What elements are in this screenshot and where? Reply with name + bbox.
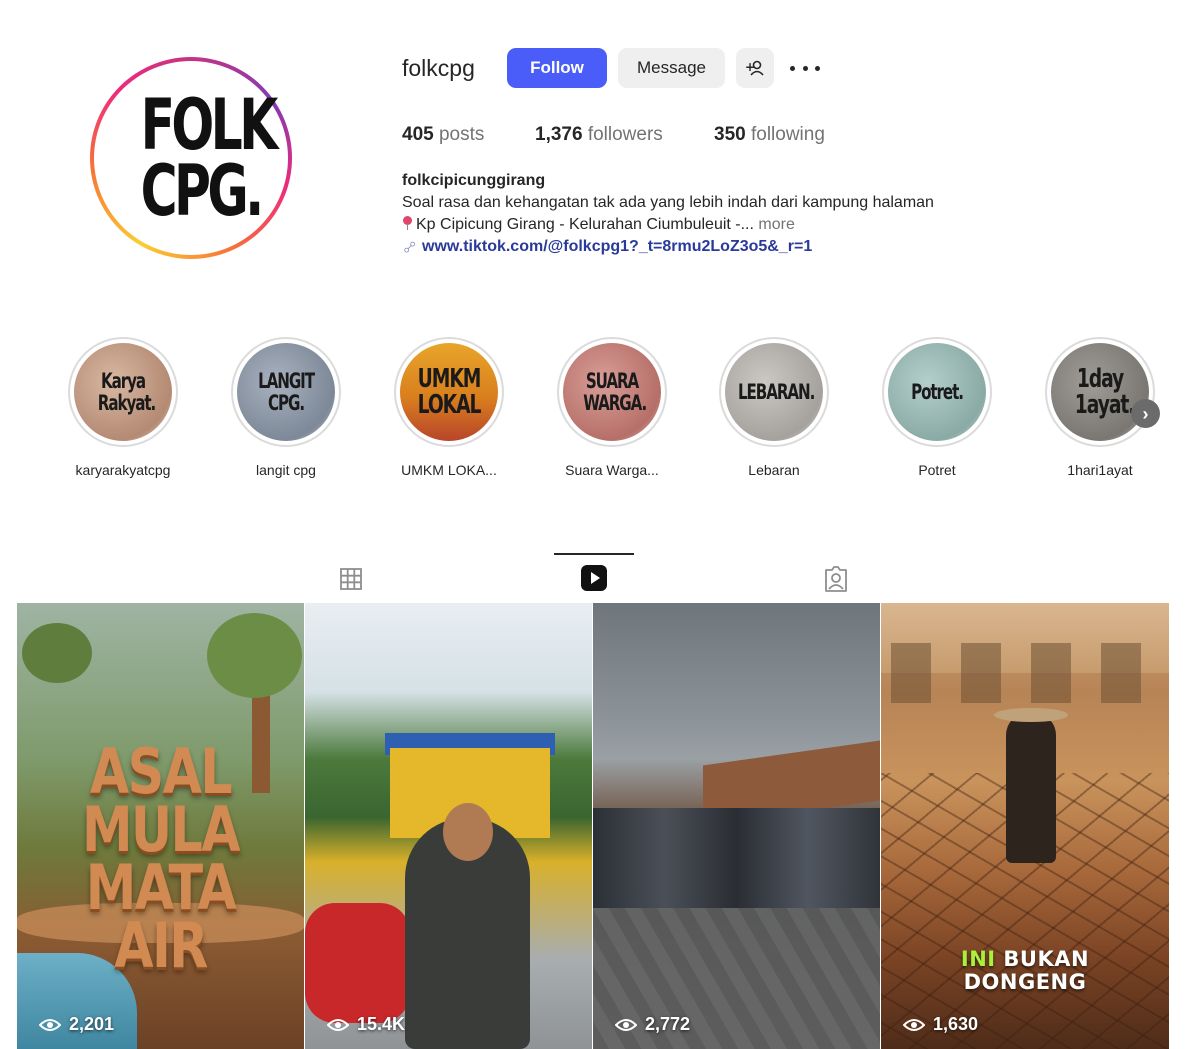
highlight-cover-text: UMKM LOKAL [417, 364, 482, 420]
followers-label: followers [582, 124, 663, 145]
highlight-cover-text: 1day 1ayat. [1074, 364, 1136, 420]
highlight-langit-cpg[interactable]: LANGIT CPG. langit cpg [231, 337, 341, 478]
reel-title-text: ASAL MULA MATA AIR [81, 735, 241, 982]
highlight-label: karyarakyatcpg [75, 462, 171, 478]
followers-count[interactable]: 1,376 followers [535, 124, 663, 146]
avatar-logo-text: FOLK CPG. [140, 84, 279, 232]
reel-thumbnail[interactable]: 15.4K [305, 603, 592, 1049]
bio-link-text[interactable]: www.tiktok.com/@folkcpg1?_t=8rmu2LoZ3o5&… [422, 238, 812, 255]
location-pin-icon [402, 216, 412, 230]
bio-external-link[interactable]: ⧟ www.tiktok.com/@folkcpg1?_t=8rmu2LoZ3o5… [398, 236, 812, 257]
highlight-cover: UMKM LOKAL [400, 343, 498, 441]
tagged-icon [825, 565, 847, 592]
bio-location: Kp Cipicung Girang - Kelurahan Ciumbuleu… [402, 216, 795, 234]
reel-views-number: 1,630 [933, 1014, 979, 1034]
message-button[interactable]: Message [618, 48, 725, 88]
eye-icon [327, 1018, 349, 1031]
more-options-icon[interactable] [790, 56, 820, 80]
highlight-1hari1ayat[interactable]: 1day 1ayat. 1hari1ayat [1045, 337, 1155, 478]
followers-number: 1,376 [535, 124, 583, 145]
following-count[interactable]: 350 following [714, 124, 825, 146]
reel-view-count: 2,201 [39, 1014, 114, 1035]
reel-view-count: 15.4K [327, 1014, 405, 1035]
highlight-cover: LANGIT CPG. [237, 343, 335, 441]
highlight-cover: Karya Rakyat. [74, 343, 172, 441]
tab-tagged[interactable] [796, 555, 876, 602]
highlight-cover: SUARA WARGA. [563, 343, 661, 441]
add-user-icon: + [745, 60, 764, 76]
highlight-label: Lebaran [748, 462, 800, 478]
following-label: following [745, 124, 825, 145]
highlight-cover-text: LEBARAN. [738, 380, 815, 404]
reel-views-number: 2,201 [69, 1014, 115, 1034]
highlight-cover-text: Potret. [911, 380, 964, 404]
eye-icon [39, 1018, 61, 1031]
highlight-label: UMKM LOKA... [401, 462, 497, 478]
highlight-cover: 1day 1ayat. [1051, 343, 1149, 441]
posts-label: posts [433, 124, 485, 145]
reel-views-number: 2,772 [645, 1014, 691, 1034]
highlight-karyarakyatcpg[interactable]: Karya Rakyat. karyarakyatcpg [68, 337, 178, 478]
highlight-potret[interactable]: Potret. Potret [882, 337, 992, 478]
reel-view-count: 2,772 [615, 1014, 690, 1035]
follow-button[interactable]: Follow [507, 48, 607, 88]
highlight-label: langit cpg [256, 462, 316, 478]
reel-thumbnail[interactable]: 2,772 [593, 603, 880, 1049]
highlight-umkm-lokal[interactable]: UMKM LOKAL UMKM LOKA... [394, 337, 504, 478]
highlight-label: Potret [918, 462, 956, 478]
reel-views-number: 15.4K [357, 1014, 406, 1034]
tab-posts[interactable] [311, 555, 391, 602]
highlight-cover-text: LANGIT CPG. [258, 369, 315, 415]
highlight-label: 1hari1ayat [1067, 462, 1133, 478]
highlight-suara-warga[interactable]: SUARA WARGA. Suara Warga... [557, 337, 667, 478]
link-icon: ⧟ [398, 235, 420, 257]
bio-display-name: folkcipicunggirang [402, 172, 546, 189]
highlight-cover-text: Karya Rakyat. [97, 369, 156, 415]
highlight-label: Suara Warga... [565, 462, 659, 478]
profile-avatar[interactable]: FOLK CPG. [90, 57, 292, 259]
eye-icon [615, 1018, 637, 1031]
posts-number: 405 [402, 124, 434, 145]
eye-icon [903, 1018, 925, 1031]
reels-icon [581, 564, 607, 591]
bio-text: Soal rasa dan kehangatan tak ada yang le… [402, 194, 934, 211]
reel-title-part: BUKAN [995, 947, 1090, 971]
reel-title-accent: INI [960, 947, 996, 971]
chevron-right-icon: › [1142, 403, 1149, 424]
profile-username: folkcpg [402, 55, 475, 81]
tab-reels[interactable] [554, 553, 634, 600]
grid-icon [340, 567, 362, 590]
highlights-next-button[interactable]: › [1131, 399, 1160, 428]
highlight-cover: Potret. [888, 343, 986, 441]
bio-location-text: Kp Cipicung Girang - Kelurahan Ciumbuleu… [416, 216, 754, 233]
bio-more-link[interactable]: more [754, 216, 794, 233]
posts-count[interactable]: 405 posts [402, 124, 484, 146]
highlight-lebaran[interactable]: LEBARAN. Lebaran [719, 337, 829, 478]
following-number: 350 [714, 124, 746, 145]
reel-title-part: DONGENG [963, 970, 1087, 994]
reel-title-text: INI BUKAN DONGENG [881, 948, 1169, 994]
suggest-user-button[interactable]: + [736, 48, 774, 88]
reel-thumbnail[interactable]: ASAL MULA MATA AIR 2,201 [17, 603, 304, 1049]
reel-view-count: 1,630 [903, 1014, 978, 1035]
reel-thumbnail[interactable]: INI BUKAN DONGENG 1,630 [881, 603, 1169, 1049]
highlight-cover-text: SUARA WARGA. [583, 369, 647, 415]
highlight-cover: LEBARAN. [725, 343, 823, 441]
